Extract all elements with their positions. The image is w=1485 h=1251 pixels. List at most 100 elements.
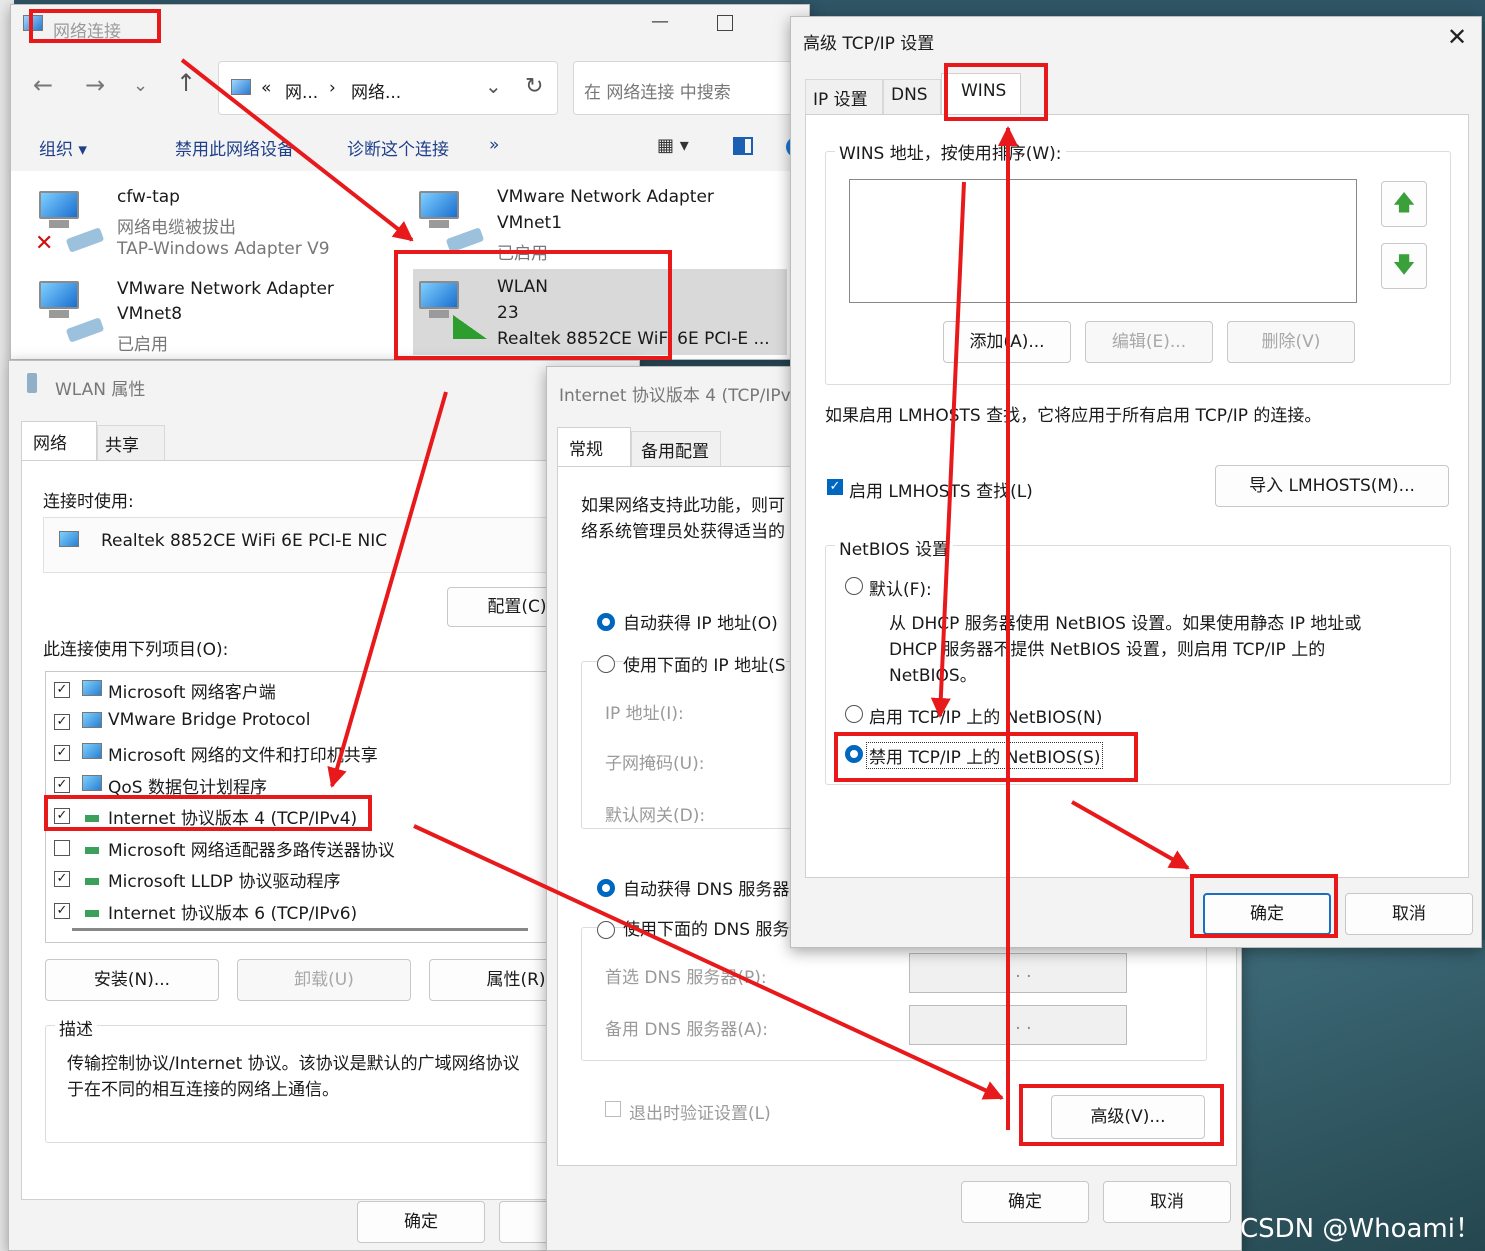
forward-icon[interactable]: →	[85, 71, 105, 99]
window-title: 网络连接	[53, 22, 121, 42]
list-item[interactable]: ✓ Microsoft LLDP 协议驱动程序	[54, 867, 340, 892]
install-button-label: 安装(N)...	[93, 970, 171, 990]
intro-text: 如果网络支持此功能，则可	[581, 496, 785, 516]
auto-ip-label: 自动获得 IP 地址(O)	[623, 614, 778, 634]
item-checkbox[interactable]: ✓	[54, 776, 70, 793]
configure-button-label: 配置(C)	[487, 597, 547, 617]
cancel-button[interactable]: 取消	[1103, 1181, 1231, 1223]
horizontal-scrollbar[interactable]	[72, 928, 528, 931]
recent-chevron-icon[interactable]: ⌄	[133, 75, 148, 96]
item-label: Microsoft 网络适配器多路传送器协议	[108, 840, 395, 861]
description-text: 于在不同的相互连接的网络上通信。	[67, 1080, 339, 1100]
address-dropdown-icon[interactable]: ⌄	[485, 74, 502, 98]
manual-dns-radio[interactable]	[597, 921, 615, 939]
preferred-dns-input[interactable]: . . .	[909, 953, 1127, 993]
adapter-device: Realtek 8852CE WiFi 6E PCI-E ...	[497, 329, 770, 349]
connect-using-label: 连接时使用:	[43, 492, 134, 512]
alternate-dns-label: 备用 DNS 服务器(A):	[605, 1020, 769, 1040]
items-label: 此连接使用下列项目(O):	[43, 640, 229, 660]
enable-lmhosts-checkbox[interactable]: ✓	[827, 479, 843, 495]
disable-netbios-radio[interactable]	[845, 745, 863, 763]
default-radio[interactable]	[845, 577, 863, 595]
manual-ip-radio[interactable]	[597, 655, 615, 673]
ok-button[interactable]: 确定	[961, 1181, 1089, 1223]
search-box[interactable]: 在 网络连接 中搜索	[573, 61, 809, 115]
cancel-button-label: 取消	[1150, 1192, 1184, 1212]
title-bar	[11, 5, 809, 49]
validate-checkbox[interactable]	[605, 1101, 621, 1117]
breadcrumb-item[interactable]: 网络...	[351, 78, 401, 103]
protocol-icon	[82, 840, 102, 856]
auto-dns-radio[interactable]	[597, 879, 615, 897]
adapter-item-wlan[interactable]: WLAN 23 Realtek 8852CE WiFi 6E PCI-E ...	[413, 269, 787, 355]
list-item[interactable]: ✓ Internet 协议版本 4 (TCP/IPv4)	[54, 804, 357, 829]
remove-button[interactable]: 删除(V)	[1227, 321, 1355, 363]
auto-ip-radio[interactable]	[597, 613, 615, 631]
item-checkbox[interactable]: ✓	[54, 871, 70, 887]
more-commands-icon[interactable]: »	[489, 135, 499, 155]
adapter-item-vmnet1[interactable]: VMware Network Adapter VMnet1 已启用	[413, 179, 793, 264]
edit-button[interactable]: 编辑(E)...	[1085, 321, 1213, 363]
search-input[interactable]: 在 网络连接 中搜索	[584, 78, 731, 103]
lmhosts-note: 如果启用 LMHOSTS 查找，它将应用于所有启用 TCP/IP 的连接。	[825, 406, 1322, 426]
disconnected-x-icon: ✕	[35, 231, 54, 256]
wins-address-list[interactable]	[849, 179, 1357, 303]
close-icon[interactable]: ✕	[1447, 23, 1467, 51]
auto-dns-label: 自动获得 DNS 服务器	[623, 880, 790, 900]
item-checkbox[interactable]: ✓	[54, 682, 70, 698]
edit-button-label: 编辑(E)...	[1111, 332, 1187, 352]
disable-device-button[interactable]: 禁用此网络设备	[175, 135, 294, 160]
move-up-button[interactable]: 🡅	[1381, 181, 1427, 227]
item-checkbox[interactable]: ✓	[54, 745, 70, 761]
item-checkbox[interactable]: ✓	[54, 902, 70, 919]
maximize-icon[interactable]	[717, 15, 733, 31]
uninstall-button-label: 卸载(U)	[294, 970, 354, 990]
advanced-button[interactable]: 高级(V)...	[1051, 1095, 1205, 1139]
adapter-icon	[59, 531, 79, 547]
refresh-icon[interactable]: ↻	[525, 74, 543, 99]
breadcrumb-overflow[interactable]: «	[261, 78, 271, 98]
adapter-status: 网络电缆被拔出	[117, 218, 236, 238]
import-lmhosts-button[interactable]: 导入 LMHOSTS(M)...	[1215, 465, 1449, 507]
preview-pane-icon[interactable]	[733, 137, 753, 155]
ip-dots: . . .	[1004, 1014, 1032, 1034]
install-button[interactable]: 安装(N)...	[45, 959, 219, 1001]
minimize-icon[interactable]: —	[651, 11, 669, 32]
manual-dns-label: 使用下面的 DNS 服务	[623, 915, 790, 940]
item-checkbox[interactable]: ✓	[54, 713, 70, 730]
list-item[interactable]: Microsoft 网络适配器多路传送器协议	[54, 836, 395, 861]
tab-general-label: 常规	[569, 440, 603, 460]
adapter-item-cfw-tap[interactable]: ✕ cfw-tap 网络电缆被拔出 TAP-Windows Adapter V9	[33, 179, 393, 263]
service-icon	[82, 774, 102, 791]
ok-button[interactable]: 确定	[357, 1201, 485, 1243]
adapter-name: WLAN	[497, 277, 549, 297]
up-icon[interactable]: ↑	[176, 69, 196, 97]
organize-menu[interactable]: 组织 ▾	[39, 135, 87, 160]
disable-netbios-label: 禁用 TCP/IP 上的 NetBIOS(S)	[865, 742, 1104, 769]
back-icon[interactable]: ←	[33, 71, 53, 99]
item-checkbox[interactable]: ✓	[54, 808, 70, 824]
cancel-button[interactable]: 取消	[1345, 893, 1473, 935]
item-checkbox[interactable]	[54, 839, 70, 856]
ok-button[interactable]: 确定	[1203, 893, 1331, 935]
uninstall-button[interactable]: 卸载(U)	[237, 959, 411, 1001]
cancel-button-label: 取消	[1392, 904, 1426, 924]
adapter-status: 23	[497, 303, 519, 323]
alternate-dns-input[interactable]: . . .	[909, 1005, 1127, 1045]
view-options-icon[interactable]: ▦ ▾	[657, 135, 689, 156]
add-button[interactable]: 添加(A)...	[943, 321, 1071, 363]
diagnose-button[interactable]: 诊断这个连接	[347, 135, 449, 160]
remove-button-label: 删除(V)	[1261, 332, 1321, 352]
items-list[interactable]: ✓ Microsoft 网络客户端 ✓ VMware Bridge Protocol ✓…	[45, 671, 605, 943]
description-label: 描述	[55, 1015, 97, 1040]
service-icon	[82, 743, 102, 759]
adapter-name: VMware Network Adapter	[497, 187, 714, 207]
address-bar[interactable]: « 网... › 网络... ⌄ ↻	[218, 61, 558, 115]
adapter-item-vmnet8[interactable]: VMware Network Adapter VMnet8 已启用	[33, 269, 393, 355]
list-item[interactable]: ✓ Internet 协议版本 6 (TCP/IPv6)	[54, 899, 357, 924]
service-icon	[82, 711, 102, 728]
enable-netbios-radio[interactable]	[845, 705, 863, 723]
move-down-button[interactable]: 🡇	[1381, 243, 1427, 289]
breadcrumb-item[interactable]: 网...	[285, 78, 318, 103]
advanced-tcpip-dialog: 高级 TCP/IP 设置 ✕ IP 设置 DNS WINS WINS 地址，按使…	[790, 16, 1482, 948]
